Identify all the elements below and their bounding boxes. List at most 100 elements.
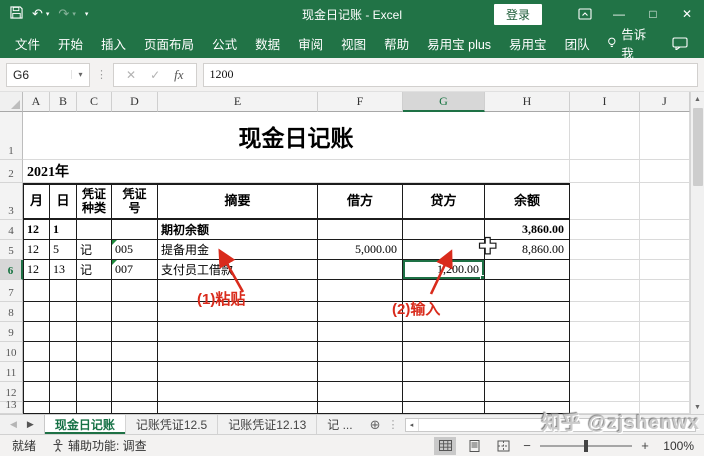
zoom-in-icon[interactable]: + <box>639 438 651 453</box>
tab-review[interactable]: 审阅 <box>289 28 332 58</box>
row-header-7[interactable]: 7 <box>0 280 23 302</box>
cell[interactable] <box>112 302 158 322</box>
cell[interactable] <box>112 382 158 402</box>
cell[interactable] <box>570 183 640 220</box>
cell[interactable] <box>23 322 50 342</box>
cell[interactable] <box>570 322 640 342</box>
tell-me-box[interactable]: 告诉我 <box>599 24 662 62</box>
cell[interactable] <box>640 362 690 382</box>
cell[interactable] <box>640 183 690 220</box>
login-button[interactable]: 登录 <box>494 4 542 25</box>
cell-b5[interactable]: 5 <box>50 240 77 260</box>
cell[interactable] <box>570 160 640 183</box>
sheet-tab-voucher-12-13[interactable]: 记账凭证12.13 <box>218 415 317 434</box>
cell[interactable] <box>570 382 640 402</box>
name-box[interactable]: G6 ▾ <box>6 63 90 87</box>
close-button[interactable]: ✕ <box>670 0 704 28</box>
column-header-d[interactable]: D <box>112 92 158 112</box>
cell[interactable] <box>640 220 690 240</box>
column-header-e[interactable]: E <box>158 92 318 112</box>
maximize-button[interactable]: □ <box>636 0 670 28</box>
cell[interactable] <box>570 302 640 322</box>
cell-b4[interactable]: 1 <box>50 220 77 240</box>
ribbon-display-options-icon[interactable] <box>568 0 602 28</box>
cell[interactable] <box>50 322 77 342</box>
cell[interactable] <box>570 280 640 302</box>
cell[interactable] <box>23 362 50 382</box>
cell-h6[interactable] <box>485 260 570 280</box>
scroll-left-icon[interactable]: ◂ <box>406 419 419 431</box>
cell[interactable] <box>23 302 50 322</box>
cell-h5[interactable]: 8,860.00 <box>485 240 570 260</box>
cell-f4[interactable] <box>318 220 403 240</box>
cell-d4[interactable] <box>112 220 158 240</box>
cell[interactable] <box>77 322 112 342</box>
cell[interactable] <box>640 280 690 302</box>
cell[interactable] <box>485 402 570 414</box>
cell-c5[interactable]: 记 <box>77 240 112 260</box>
column-header-f[interactable]: F <box>318 92 403 112</box>
cell[interactable] <box>640 402 690 414</box>
cell-g4[interactable] <box>403 220 485 240</box>
cell[interactable] <box>158 322 318 342</box>
row-header-5[interactable]: 5 <box>0 240 23 260</box>
cell[interactable] <box>570 402 640 414</box>
tab-page-layout[interactable]: 页面布局 <box>135 28 203 58</box>
minimize-button[interactable]: — <box>602 0 636 28</box>
header-balance-cell[interactable]: 余额 <box>485 183 570 220</box>
cell-e6[interactable]: 支付员工借款 <box>158 260 318 280</box>
tab-team[interactable]: 团队 <box>556 28 599 58</box>
cell-d6[interactable]: 007 <box>112 260 158 280</box>
cell-g6-active[interactable]: 1,200.00 <box>403 260 485 280</box>
cell[interactable] <box>570 220 640 240</box>
cell[interactable] <box>318 322 403 342</box>
cell-h4[interactable]: 3,860.00 <box>485 220 570 240</box>
view-normal-button[interactable] <box>434 437 456 455</box>
cell[interactable] <box>485 362 570 382</box>
row-header-1[interactable]: 1 <box>0 112 23 160</box>
cell[interactable] <box>318 402 403 414</box>
column-header-h[interactable]: H <box>485 92 570 112</box>
cell[interactable] <box>158 402 318 414</box>
cell[interactable] <box>318 280 403 302</box>
cell[interactable] <box>403 402 485 414</box>
column-header-i[interactable]: I <box>570 92 640 112</box>
cell[interactable] <box>485 302 570 322</box>
tab-home[interactable]: 开始 <box>49 28 92 58</box>
row-header-11[interactable]: 11 <box>0 362 23 382</box>
cell[interactable] <box>158 342 318 362</box>
header-month-cell[interactable]: 月 <box>23 183 50 220</box>
insert-function-icon[interactable]: fx <box>174 67 183 83</box>
zoom-level-label[interactable]: 100% <box>658 439 694 453</box>
undo-caret-icon[interactable]: ▾ <box>46 10 50 18</box>
horizontal-scrollbar[interactable]: ◂ <box>405 418 697 432</box>
new-sheet-icon[interactable]: ⊕ <box>363 415 388 434</box>
tab-help[interactable]: 帮助 <box>375 28 418 58</box>
header-summary-cell[interactable]: 摘要 <box>158 183 318 220</box>
cell[interactable] <box>640 342 690 362</box>
vertical-scrollbar-thumb[interactable] <box>693 108 703 186</box>
column-header-g-selected[interactable]: G <box>403 92 485 112</box>
cell[interactable] <box>77 382 112 402</box>
row-header-4[interactable]: 4 <box>0 220 23 240</box>
cell[interactable] <box>485 382 570 402</box>
cell[interactable] <box>485 280 570 302</box>
row-header-6-selected[interactable]: 6 <box>0 260 23 280</box>
cell[interactable] <box>640 260 690 280</box>
tab-yiyongbao-plus[interactable]: 易用宝 plus <box>418 28 500 58</box>
cell[interactable] <box>640 302 690 322</box>
cell[interactable] <box>50 302 77 322</box>
customize-qat-icon[interactable]: ▾ <box>85 10 89 18</box>
header-debit-cell[interactable]: 借方 <box>318 183 403 220</box>
cell-c4[interactable] <box>77 220 112 240</box>
cell[interactable] <box>570 260 640 280</box>
view-page-layout-button[interactable] <box>463 437 485 455</box>
header-voucher-no-cell[interactable]: 凭证 号 <box>112 183 158 220</box>
cell[interactable] <box>23 342 50 362</box>
header-voucher-type-cell[interactable]: 凭证 种类 <box>77 183 112 220</box>
cell[interactable] <box>50 382 77 402</box>
cell[interactable] <box>50 280 77 302</box>
cell[interactable] <box>640 322 690 342</box>
column-header-j[interactable]: J <box>640 92 690 112</box>
cell[interactable] <box>570 112 640 160</box>
